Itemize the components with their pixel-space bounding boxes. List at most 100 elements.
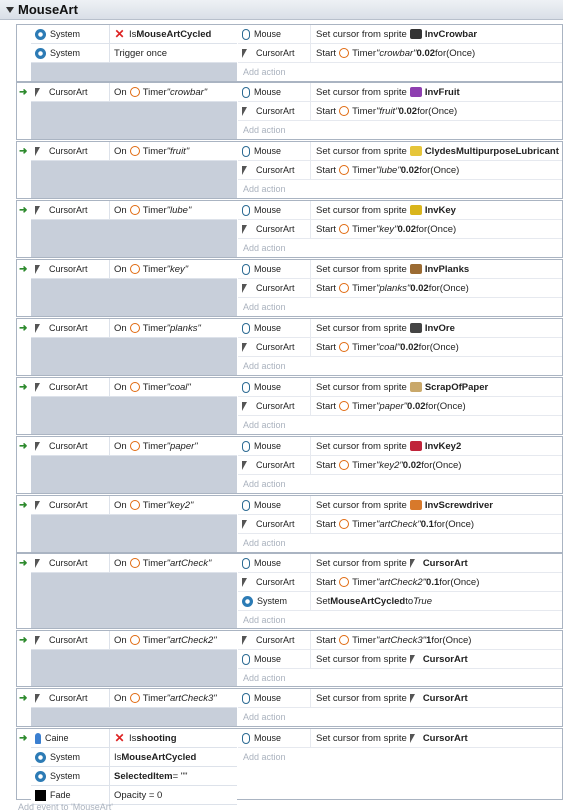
add-action-link[interactable]: Add action bbox=[238, 708, 562, 725]
condition-object[interactable]: Caine bbox=[31, 729, 110, 747]
action-object[interactable]: CursorArt bbox=[238, 631, 311, 649]
condition-object[interactable]: CursorArt bbox=[31, 201, 110, 219]
condition-object[interactable]: CursorArt bbox=[31, 319, 110, 337]
action-object[interactable]: CursorArt bbox=[238, 220, 311, 238]
condition-object[interactable]: CursorArt bbox=[31, 496, 110, 514]
action-row[interactable]: CursorArt Start Timer "lube" 0.02 for (Onc… bbox=[238, 161, 562, 180]
event-block[interactable]: ➜ CursorArt On Timer "artCheck2" CursorArt S… bbox=[16, 630, 563, 687]
action-row[interactable]: Mouse Set cursor from sprite CursorArt bbox=[238, 650, 562, 669]
condition-row[interactable]: Caine ✕ Is shooting bbox=[31, 729, 237, 748]
condition-object[interactable]: CursorArt bbox=[31, 83, 110, 101]
action-text[interactable]: Set cursor from sprite InvOre bbox=[311, 319, 562, 337]
action-object[interactable]: CursorArt bbox=[238, 456, 311, 474]
conditions-column[interactable]: CursorArt On Timer "planks" bbox=[31, 319, 237, 375]
action-row[interactable]: Mouse Set cursor from sprite InvKey2 bbox=[238, 437, 562, 456]
condition-object[interactable]: CursorArt bbox=[31, 437, 110, 455]
action-row[interactable]: System Set MouseArtCycled to True bbox=[238, 592, 562, 611]
condition-object[interactable]: System bbox=[31, 25, 110, 43]
condition-row[interactable]: CursorArt On Timer "planks" bbox=[31, 319, 237, 338]
event-block[interactable]: System ✕ Is MouseArtCycled System Trigger on… bbox=[16, 24, 563, 82]
condition-row[interactable]: CursorArt On Timer "fruit" bbox=[31, 142, 237, 161]
action-row[interactable]: Mouse Set cursor from sprite InvScrewdriv… bbox=[238, 496, 562, 515]
condition-object[interactable]: System bbox=[31, 44, 110, 62]
condition-object[interactable]: System bbox=[31, 767, 110, 785]
action-row[interactable]: CursorArt Start Timer "key2" 0.02 for (Onc… bbox=[238, 456, 562, 475]
event-block[interactable]: ➜ CursorArt On Timer "crowbar" Mouse Set cur… bbox=[16, 82, 563, 140]
action-row[interactable]: CursorArt Start Timer "crowbar" 0.02 for (… bbox=[238, 44, 562, 63]
action-row[interactable]: CursorArt Start Timer "key" 0.02 for (Once… bbox=[238, 220, 562, 239]
action-object[interactable]: Mouse bbox=[238, 201, 311, 219]
condition-text[interactable]: Trigger once bbox=[110, 44, 237, 62]
action-text[interactable]: Set cursor from sprite InvScrewdriver bbox=[311, 496, 562, 514]
action-text[interactable]: Set cursor from sprite CursorArt bbox=[311, 650, 562, 668]
action-row[interactable]: CursorArt Start Timer "coal" 0.02 for (Onc… bbox=[238, 338, 562, 357]
add-action-link[interactable]: Add action bbox=[238, 748, 562, 765]
action-text[interactable]: Start Timer "key" 0.02 for (Once) bbox=[311, 220, 562, 238]
conditions-column[interactable]: CursorArt On Timer "key" bbox=[31, 260, 237, 316]
condition-row[interactable]: CursorArt On Timer "artCheck2" bbox=[31, 631, 237, 650]
event-margin[interactable]: ➜ bbox=[17, 729, 32, 799]
action-row[interactable]: Mouse Set cursor from sprite InvFruit bbox=[238, 83, 562, 102]
condition-object[interactable]: CursorArt bbox=[31, 689, 110, 707]
action-object[interactable]: Mouse bbox=[238, 496, 311, 514]
conditions-column[interactable]: CursorArt On Timer "crowbar" bbox=[31, 83, 237, 139]
action-object[interactable]: Mouse bbox=[238, 260, 311, 278]
add-action-link[interactable]: Add action bbox=[238, 534, 562, 551]
action-row[interactable]: Mouse Set cursor from sprite InvPlanks bbox=[238, 260, 562, 279]
action-row[interactable]: Mouse Set cursor from sprite CursorArt bbox=[238, 689, 562, 708]
action-text[interactable]: Set MouseArtCycled to True bbox=[311, 592, 562, 610]
add-action-link[interactable]: Add action bbox=[238, 416, 562, 433]
event-margin[interactable]: ➜ bbox=[17, 631, 32, 686]
condition-row[interactable]: CursorArt On Timer "crowbar" bbox=[31, 83, 237, 102]
event-block[interactable]: ➜ CursorArt On Timer "key2" Mouse Set cursor… bbox=[16, 495, 563, 553]
event-block[interactable]: ➜ CursorArt On Timer "fruit" Mouse Set curso… bbox=[16, 141, 563, 199]
add-action-link[interactable]: Add action bbox=[238, 63, 562, 80]
action-row[interactable]: CursorArt Start Timer "artCheck2" 0.1 for … bbox=[238, 573, 562, 592]
action-object[interactable]: CursorArt bbox=[238, 102, 311, 120]
action-object[interactable]: Mouse bbox=[238, 25, 311, 43]
condition-text[interactable]: On Timer "paper" bbox=[110, 437, 237, 455]
event-margin[interactable]: ➜ bbox=[17, 689, 32, 726]
action-text[interactable]: Set cursor from sprite InvPlanks bbox=[311, 260, 562, 278]
action-row[interactable]: CursorArt Start Timer "artCheck3" 1 for (O… bbox=[238, 631, 562, 650]
action-object[interactable]: Mouse bbox=[238, 319, 311, 337]
event-block[interactable]: ➜ CursorArt On Timer "paper" Mouse Set curso… bbox=[16, 436, 563, 494]
action-object[interactable]: Mouse bbox=[238, 689, 311, 707]
condition-text[interactable]: On Timer "artCheck2" bbox=[110, 631, 237, 649]
action-object[interactable]: CursorArt bbox=[238, 161, 311, 179]
action-text[interactable]: Start Timer "lube" 0.02 for (Once) bbox=[311, 161, 562, 179]
add-action-link[interactable]: Add action bbox=[238, 357, 562, 374]
condition-row[interactable]: CursorArt On Timer "key2" bbox=[31, 496, 237, 515]
action-object[interactable]: Mouse bbox=[238, 83, 311, 101]
event-margin[interactable]: ➜ bbox=[17, 554, 32, 628]
action-text[interactable]: Start Timer "key2" 0.02 for (Once) bbox=[311, 456, 562, 474]
action-object[interactable]: Mouse bbox=[238, 650, 311, 668]
collapse-triangle-icon[interactable] bbox=[6, 6, 14, 13]
conditions-column[interactable]: CursorArt On Timer "key2" bbox=[31, 496, 237, 552]
condition-object[interactable]: System bbox=[31, 748, 110, 766]
conditions-column[interactable]: CursorArt On Timer "artCheck" bbox=[31, 554, 237, 628]
action-row[interactable]: Mouse Set cursor from sprite ScrapOfPaper bbox=[238, 378, 562, 397]
condition-text[interactable]: ✕ Is shooting bbox=[110, 729, 237, 747]
condition-text[interactable]: On Timer "crowbar" bbox=[110, 83, 237, 101]
conditions-column[interactable]: CursorArt On Timer "artCheck2" bbox=[31, 631, 237, 686]
add-action-link[interactable]: Add action bbox=[238, 180, 562, 197]
condition-text[interactable]: On Timer "fruit" bbox=[110, 142, 237, 160]
add-action-link[interactable]: Add action bbox=[238, 121, 562, 138]
condition-object[interactable]: CursorArt bbox=[31, 554, 110, 572]
event-margin[interactable]: ➜ bbox=[17, 378, 32, 434]
event-block[interactable]: ➜ CursorArt On Timer "lube" Mouse Set cursor… bbox=[16, 200, 563, 258]
action-object[interactable]: Mouse bbox=[238, 378, 311, 396]
action-row[interactable]: CursorArt Start Timer "paper" 0.02 for (On… bbox=[238, 397, 562, 416]
condition-row[interactable]: CursorArt On Timer "key" bbox=[31, 260, 237, 279]
action-text[interactable]: Start Timer "coal" 0.02 for (Once) bbox=[311, 338, 562, 356]
action-row[interactable]: Mouse Set cursor from sprite InvKey bbox=[238, 201, 562, 220]
condition-row[interactable]: CursorArt On Timer "lube" bbox=[31, 201, 237, 220]
event-margin[interactable]: ➜ bbox=[17, 437, 32, 493]
conditions-column[interactable]: CursorArt On Timer "lube" bbox=[31, 201, 237, 257]
condition-row[interactable]: CursorArt On Timer "artCheck3" bbox=[31, 689, 237, 708]
event-margin[interactable]: ➜ bbox=[17, 142, 32, 198]
conditions-column[interactable]: CursorArt On Timer "artCheck3" bbox=[31, 689, 237, 726]
action-object[interactable]: CursorArt bbox=[238, 573, 311, 591]
action-text[interactable]: Set cursor from sprite InvFruit bbox=[311, 83, 562, 101]
